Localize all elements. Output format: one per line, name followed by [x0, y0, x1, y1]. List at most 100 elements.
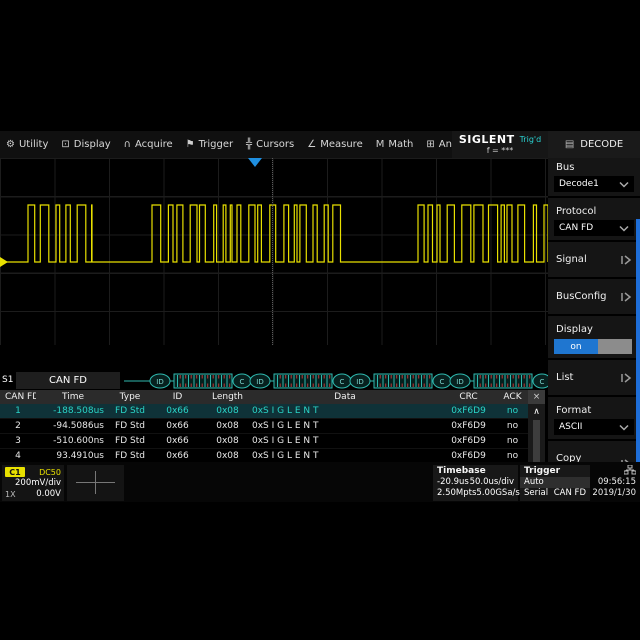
display-toggle-off — [598, 339, 632, 354]
divider — [548, 277, 640, 279]
col-ack: ACK — [497, 392, 528, 402]
brand-logo: SIGLENT — [459, 134, 515, 145]
chevron-down-icon — [619, 181, 629, 188]
svg-text:C: C — [540, 378, 545, 386]
channel1-coupling: DC50 — [39, 468, 61, 477]
gear-icon: ⚙ — [6, 139, 15, 150]
table-row[interactable]: 2-94.5086usFD Std0x660x080xS I G L E N T… — [0, 419, 528, 434]
timebase-scale: 50.0us/div — [470, 477, 514, 488]
display-toggle-on: on — [554, 339, 598, 354]
list-menu-item[interactable]: List — [548, 364, 640, 391]
col-canfd: CAN FD — [0, 392, 36, 402]
decode-bus-row: S1 CAN FD IDCIDCIDCIDC — [0, 372, 548, 390]
clock-time: 09:56:15 — [598, 477, 636, 487]
protocol-select-value: CAN FD — [559, 223, 593, 233]
svg-text:ID: ID — [456, 378, 463, 386]
display-toggle[interactable]: on — [554, 339, 634, 354]
divider — [548, 314, 640, 316]
clock-tile[interactable]: 09:56:15 2019/1/30 — [592, 465, 638, 501]
main-area: S1 CAN FD IDCIDCIDCIDC CAN FD Time Type … — [0, 158, 640, 462]
menu-measure[interactable]: ∠ Measure — [307, 139, 362, 150]
busconfig-menu-item[interactable]: BusConfig — [548, 283, 640, 310]
trigger-status-badge: Trig'd — [520, 136, 542, 144]
scroll-up-icon[interactable]: ∧ — [528, 406, 545, 418]
oscilloscope-screen: ⚙Utility ⊡Display ∩Acquire ⚑Trigger ╬Cur… — [0, 131, 640, 502]
timebase-title: Timebase — [433, 465, 518, 477]
col-type: Type — [110, 392, 150, 402]
divider — [548, 358, 640, 360]
trigger-bus: CAN FD — [554, 488, 586, 499]
sidebar-scrollbar[interactable] — [636, 219, 640, 482]
table-row[interactable]: 1-188.508usFD Std0x660x080xS I G L E N T… — [0, 404, 528, 419]
screenshot-stage: ⚙Utility ⊡Display ∩Acquire ⚑Trigger ╬Cur… — [0, 0, 640, 640]
svg-text:ID: ID — [156, 378, 163, 386]
scroll-track[interactable] — [533, 420, 540, 468]
format-select-value: ASCII — [559, 422, 582, 432]
can-fd-waveform — [0, 158, 548, 345]
timebase-memory: 2.50Mpts — [437, 488, 476, 499]
center-dashed-line — [272, 158, 273, 345]
status-bar: C1 DC50 200mV/div 1X 0.00V Timebase -20.… — [0, 462, 640, 502]
svg-text:C: C — [440, 378, 445, 386]
decoded-frames: IDCIDCIDCIDC — [0, 372, 548, 390]
divider — [548, 196, 640, 198]
menu-items: ⚙ Utility ⊡ Display ∩Acquire ⚑Trigger ╬Cur… — [0, 131, 452, 158]
col-crc: CRC — [440, 392, 497, 402]
menu-display[interactable]: ⊡ Display — [61, 139, 110, 150]
close-icon[interactable]: × — [528, 390, 545, 404]
divider — [548, 395, 640, 397]
svg-text:C: C — [240, 378, 245, 386]
submenu-arrow-icon — [620, 292, 632, 302]
menu-acquire[interactable]: ∩Acquire — [124, 139, 173, 150]
bus-select[interactable]: Decode1 — [554, 176, 634, 192]
protocol-label: Protocol — [548, 202, 640, 220]
crosshair-icon — [95, 471, 96, 494]
channel-level-marker[interactable] — [0, 257, 8, 267]
menu-math-label: Math — [388, 139, 413, 150]
menu-utility[interactable]: ⚙ Utility — [6, 139, 48, 150]
cursors-icon: ╬ — [246, 139, 252, 150]
col-id: ID — [150, 392, 205, 402]
svg-text:C: C — [340, 378, 345, 386]
measure-icon: ∠ — [307, 139, 316, 150]
monitor-icon: ⊡ — [61, 139, 69, 150]
bus-select-value: Decode1 — [559, 179, 599, 189]
flag-icon: ⚑ — [186, 139, 195, 150]
crosshair-pad[interactable] — [67, 465, 124, 501]
format-select[interactable]: ASCII — [554, 419, 634, 435]
timebase-tile[interactable]: Timebase -20.9us50.0us/div 2.50Mpts5.00G… — [433, 465, 518, 501]
signal-menu-item[interactable]: Signal — [548, 246, 640, 273]
submenu-arrow-icon — [620, 373, 632, 383]
divider — [548, 240, 640, 242]
top-menu-bar: ⚙ Utility ⊡ Display ∩Acquire ⚑Trigger ╬Cur… — [0, 131, 640, 158]
menu-display-label: Display — [74, 139, 111, 150]
menu-utility-label: Utility — [19, 139, 48, 150]
frequency-readout: f = *** — [487, 147, 514, 155]
trigger-position-marker[interactable] — [248, 158, 262, 167]
math-icon: M — [376, 139, 385, 150]
brand-status-tile: SIGLENT Trig'd f = *** — [452, 131, 548, 158]
col-time: Time — [36, 392, 110, 402]
trigger-tile[interactable]: Trigger Auto SerialCAN FD — [520, 465, 590, 501]
decode-panel-header[interactable]: ▤ DECODE — [548, 131, 640, 158]
signal-label: Signal — [556, 254, 587, 265]
menu-trigger[interactable]: ⚑Trigger — [186, 139, 233, 150]
trigger-title: Trigger — [520, 465, 590, 477]
channel1-scale: 200mV/div — [15, 478, 61, 488]
busconfig-label: BusConfig — [556, 291, 607, 302]
menu-measure-label: Measure — [320, 139, 363, 150]
list-label: List — [556, 372, 573, 383]
acquire-icon: ∩ — [124, 139, 131, 150]
table-row[interactable]: 3-510.600nsFD Std0x660x080xS I G L E N T… — [0, 434, 528, 449]
menu-math[interactable]: MMath — [376, 139, 414, 150]
svg-text:ID: ID — [256, 378, 263, 386]
network-icon — [624, 465, 636, 475]
analysis-icon: ⊞ — [426, 139, 434, 150]
decode-sidebar: Bus Decode1 Protocol CAN FD Signal — [548, 158, 640, 462]
channel1-tile[interactable]: C1 DC50 200mV/div 1X 0.00V — [2, 465, 64, 501]
clock-date: 2019/1/30 — [592, 488, 636, 498]
channel1-probe: 1X — [5, 490, 16, 499]
menu-cursors[interactable]: ╬Cursors — [246, 139, 294, 150]
submenu-arrow-icon — [620, 255, 632, 265]
protocol-select[interactable]: CAN FD — [554, 220, 634, 236]
